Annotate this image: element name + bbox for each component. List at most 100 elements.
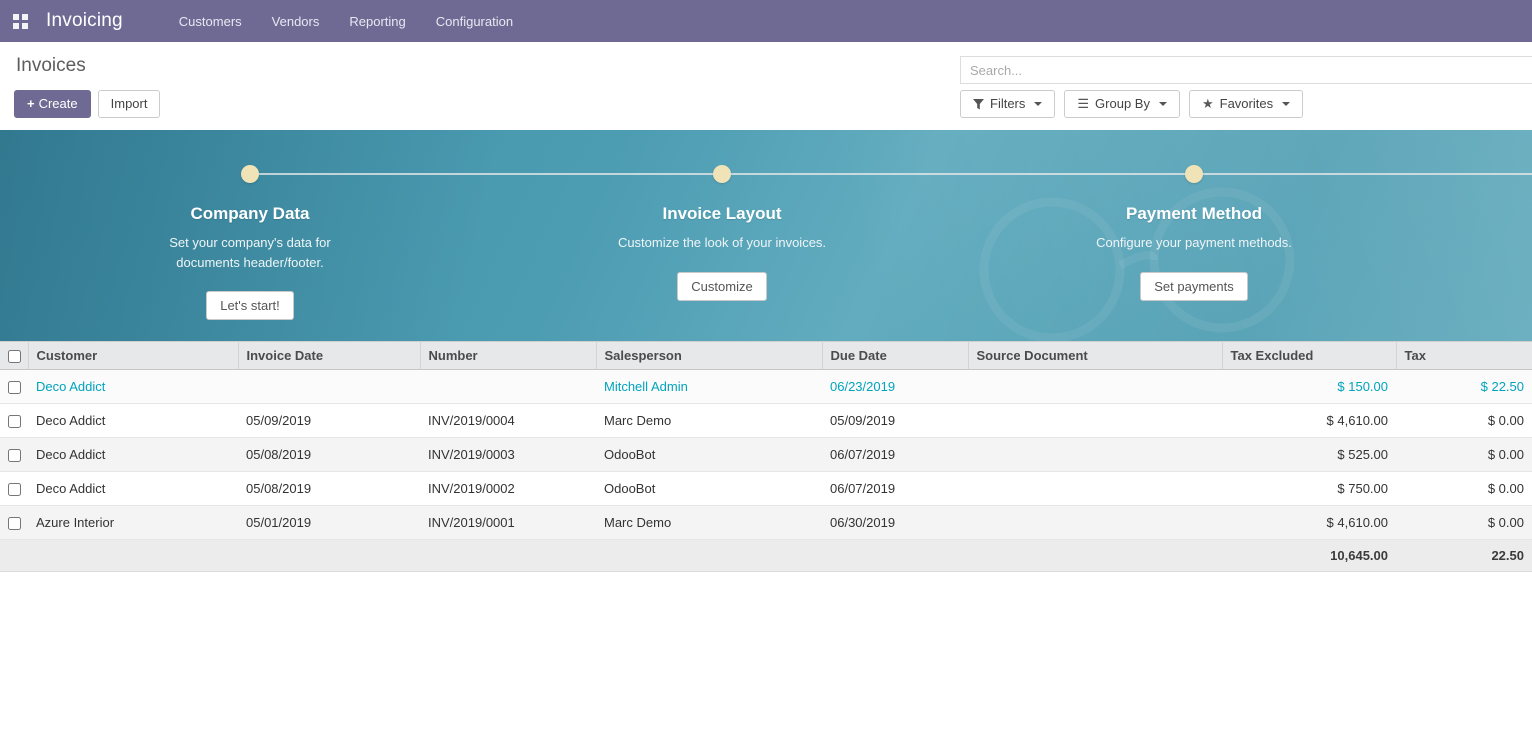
action-buttons: +Create Import — [14, 90, 160, 118]
row-checkbox[interactable] — [8, 415, 21, 428]
set-payments-button[interactable]: Set payments — [1140, 272, 1248, 301]
cell-due-date: 06/07/2019 — [822, 438, 968, 472]
nav-item-customers[interactable]: Customers — [179, 14, 242, 29]
table-row[interactable]: Deco Addict 05/09/2019 INV/2019/0004 Mar… — [0, 404, 1532, 438]
cell-number: INV/2019/0002 — [420, 472, 596, 506]
cell-tax: $ 0.00 — [1396, 438, 1532, 472]
cell-invoice-date — [238, 370, 420, 404]
table-totals-row: 10,645.00 22.50 — [0, 540, 1532, 572]
cell-invoice-date: 05/01/2019 — [238, 506, 420, 540]
search-input[interactable] — [960, 56, 1532, 84]
chevron-down-icon — [1034, 102, 1042, 106]
onboarding-step-payment-method: Payment Method Configure your payment me… — [958, 165, 1430, 320]
row-checkbox-cell — [0, 506, 28, 540]
total-tax-excluded: 10,645.00 — [1222, 540, 1396, 572]
lets-start-button[interactable]: Let's start! — [206, 291, 294, 320]
cell-tax-excluded: $ 525.00 — [1222, 438, 1396, 472]
cell-tax-excluded: $ 750.00 — [1222, 472, 1396, 506]
select-all-checkbox-cell — [0, 342, 28, 370]
step-title: Invoice Layout — [662, 204, 781, 224]
control-panel: Invoices +Create Import Filters ☰ Group … — [0, 42, 1532, 130]
select-all-checkbox[interactable] — [8, 350, 21, 363]
table-row[interactable]: Deco Addict 05/08/2019 INV/2019/0002 Odo… — [0, 472, 1532, 506]
onboarding-banner: Company Data Set your company's data for… — [0, 130, 1532, 341]
cell-customer: Deco Addict — [28, 370, 238, 404]
cell-tax: $ 22.50 — [1396, 370, 1532, 404]
chevron-down-icon — [1159, 102, 1167, 106]
row-checkbox-cell — [0, 370, 28, 404]
column-header-tax[interactable]: Tax — [1396, 342, 1532, 370]
progress-dot — [241, 165, 259, 183]
cell-source-document — [968, 404, 1222, 438]
cell-due-date: 06/07/2019 — [822, 472, 968, 506]
cell-tax-excluded: $ 4,610.00 — [1222, 506, 1396, 540]
cell-source-document — [968, 438, 1222, 472]
apps-menu-icon[interactable] — [0, 14, 40, 29]
cell-source-document — [968, 472, 1222, 506]
search-box — [960, 56, 1532, 84]
filter-icon — [973, 99, 984, 110]
cell-invoice-date: 05/09/2019 — [238, 404, 420, 438]
plus-icon: + — [27, 96, 35, 111]
table-row[interactable]: Deco Addict 05/08/2019 INV/2019/0003 Odo… — [0, 438, 1532, 472]
cell-salesperson: Mitchell Admin — [596, 370, 822, 404]
cell-invoice-date: 05/08/2019 — [238, 438, 420, 472]
top-navbar: Invoicing Customers Vendors Reporting Co… — [0, 0, 1532, 42]
total-tax: 22.50 — [1396, 540, 1532, 572]
row-checkbox[interactable] — [8, 517, 21, 530]
cell-number: INV/2019/0003 — [420, 438, 596, 472]
cell-due-date: 05/09/2019 — [822, 404, 968, 438]
nav-item-configuration[interactable]: Configuration — [436, 14, 513, 29]
nav-item-vendors[interactable]: Vendors — [272, 14, 320, 29]
cell-tax: $ 0.00 — [1396, 472, 1532, 506]
table-row[interactable]: Deco Addict Mitchell Admin 06/23/2019 $ … — [0, 370, 1532, 404]
filter-bar: Filters ☰ Group By ★ Favorites — [960, 90, 1303, 118]
column-header-source-document[interactable]: Source Document — [968, 342, 1222, 370]
invoices-table: Customer Invoice Date Number Salesperson… — [0, 341, 1532, 572]
row-checkbox-cell — [0, 404, 28, 438]
nav-item-reporting[interactable]: Reporting — [349, 14, 405, 29]
step-title: Company Data — [190, 204, 309, 224]
cell-tax-excluded: $ 150.00 — [1222, 370, 1396, 404]
row-checkbox[interactable] — [8, 483, 21, 496]
cell-invoice-date: 05/08/2019 — [238, 472, 420, 506]
onboarding-step-invoice-layout: Invoice Layout Customize the look of you… — [486, 165, 958, 320]
column-header-number[interactable]: Number — [420, 342, 596, 370]
cell-salesperson: OdooBot — [596, 472, 822, 506]
cell-tax-excluded: $ 4,610.00 — [1222, 404, 1396, 438]
row-checkbox-cell — [0, 472, 28, 506]
column-header-due-date[interactable]: Due Date — [822, 342, 968, 370]
star-icon: ★ — [1202, 97, 1214, 111]
column-header-salesperson[interactable]: Salesperson — [596, 342, 822, 370]
table-row[interactable]: Azure Interior 05/01/2019 INV/2019/0001 … — [0, 506, 1532, 540]
step-title: Payment Method — [1126, 204, 1262, 224]
row-checkbox-cell — [0, 438, 28, 472]
favorites-dropdown[interactable]: ★ Favorites — [1189, 90, 1303, 118]
cell-salesperson: Marc Demo — [596, 404, 822, 438]
customize-button[interactable]: Customize — [677, 272, 766, 301]
column-header-tax-excluded[interactable]: Tax Excluded — [1222, 342, 1396, 370]
cell-source-document — [968, 506, 1222, 540]
step-description: Configure your payment methods. — [1096, 233, 1292, 253]
chevron-down-icon — [1282, 102, 1290, 106]
main-menu: Customers Vendors Reporting Configuratio… — [179, 14, 513, 29]
cell-number: INV/2019/0004 — [420, 404, 596, 438]
cell-customer: Deco Addict — [28, 438, 238, 472]
app-title[interactable]: Invoicing — [46, 10, 123, 32]
cell-tax: $ 0.00 — [1396, 506, 1532, 540]
filters-dropdown[interactable]: Filters — [960, 90, 1055, 118]
row-checkbox[interactable] — [8, 381, 21, 394]
create-button[interactable]: +Create — [14, 90, 91, 118]
cell-salesperson: Marc Demo — [596, 506, 822, 540]
row-checkbox[interactable] — [8, 449, 21, 462]
group-by-dropdown[interactable]: ☰ Group By — [1064, 90, 1180, 118]
cell-due-date: 06/23/2019 — [822, 370, 968, 404]
column-header-customer[interactable]: Customer — [28, 342, 238, 370]
onboarding-step-company-data: Company Data Set your company's data for… — [14, 165, 486, 320]
column-header-invoice-date[interactable]: Invoice Date — [238, 342, 420, 370]
import-button[interactable]: Import — [98, 90, 161, 118]
page-title: Invoices — [16, 55, 86, 77]
cell-customer: Deco Addict — [28, 472, 238, 506]
cell-number: INV/2019/0001 — [420, 506, 596, 540]
progress-dot — [713, 165, 731, 183]
